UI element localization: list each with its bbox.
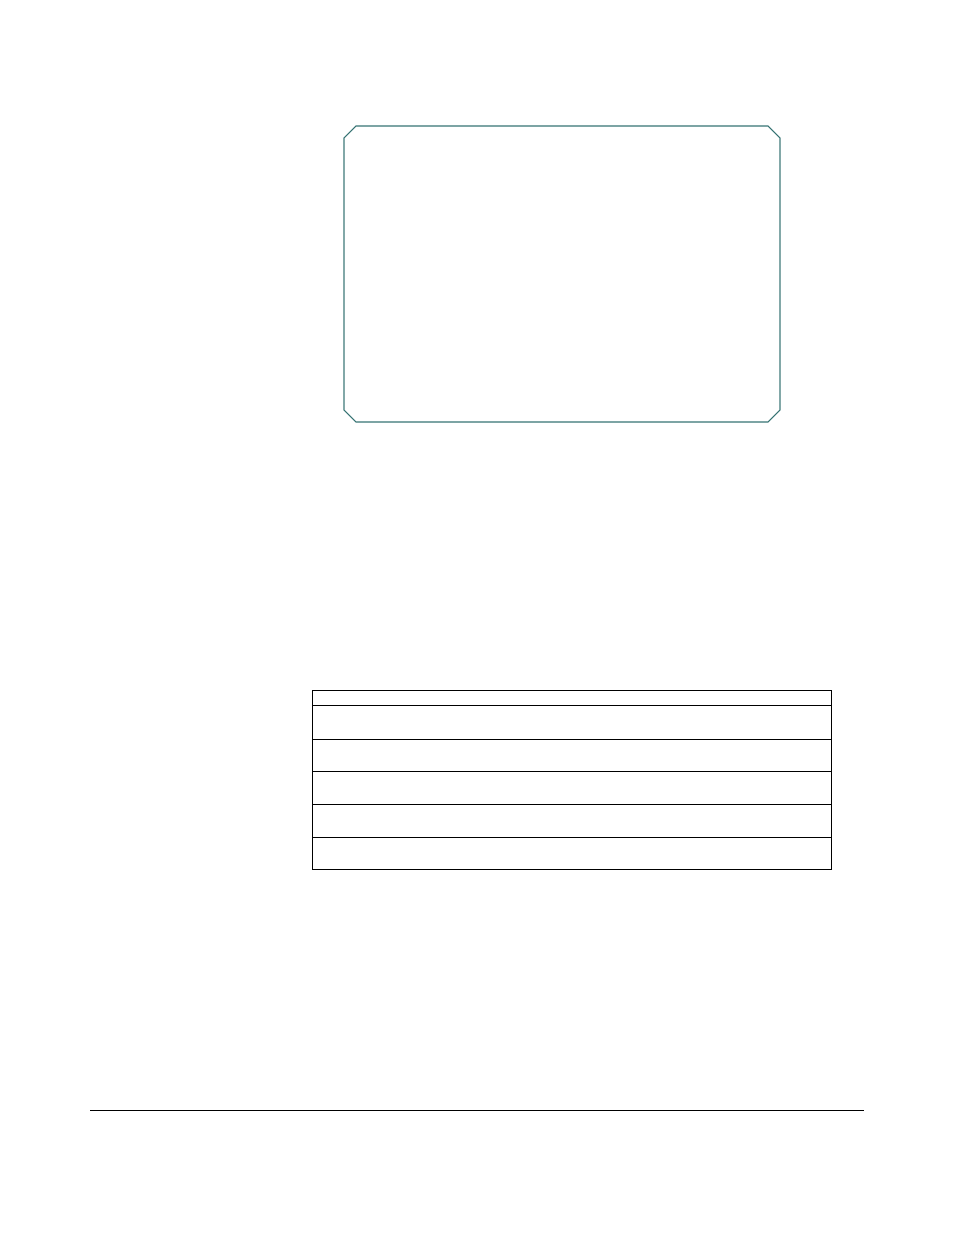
table-cell: [313, 805, 832, 838]
table-row: [313, 772, 832, 805]
table-cell: [313, 740, 832, 772]
table-row: [313, 691, 832, 706]
table-row: [313, 838, 832, 870]
table-cell: [313, 706, 832, 740]
table-row: [313, 805, 832, 838]
table-cell: [313, 772, 832, 805]
page-container: [0, 0, 954, 1235]
table-cell: [313, 838, 832, 870]
table-row: [313, 706, 832, 740]
table-row: [313, 740, 832, 772]
chamfered-rectangle-path: [344, 126, 780, 422]
empty-table: [312, 690, 832, 870]
chamfered-rectangle-svg: [342, 124, 782, 424]
table-cell: [313, 691, 832, 706]
horizontal-rule: [90, 1110, 864, 1111]
chamfered-rectangle: [342, 124, 782, 424]
